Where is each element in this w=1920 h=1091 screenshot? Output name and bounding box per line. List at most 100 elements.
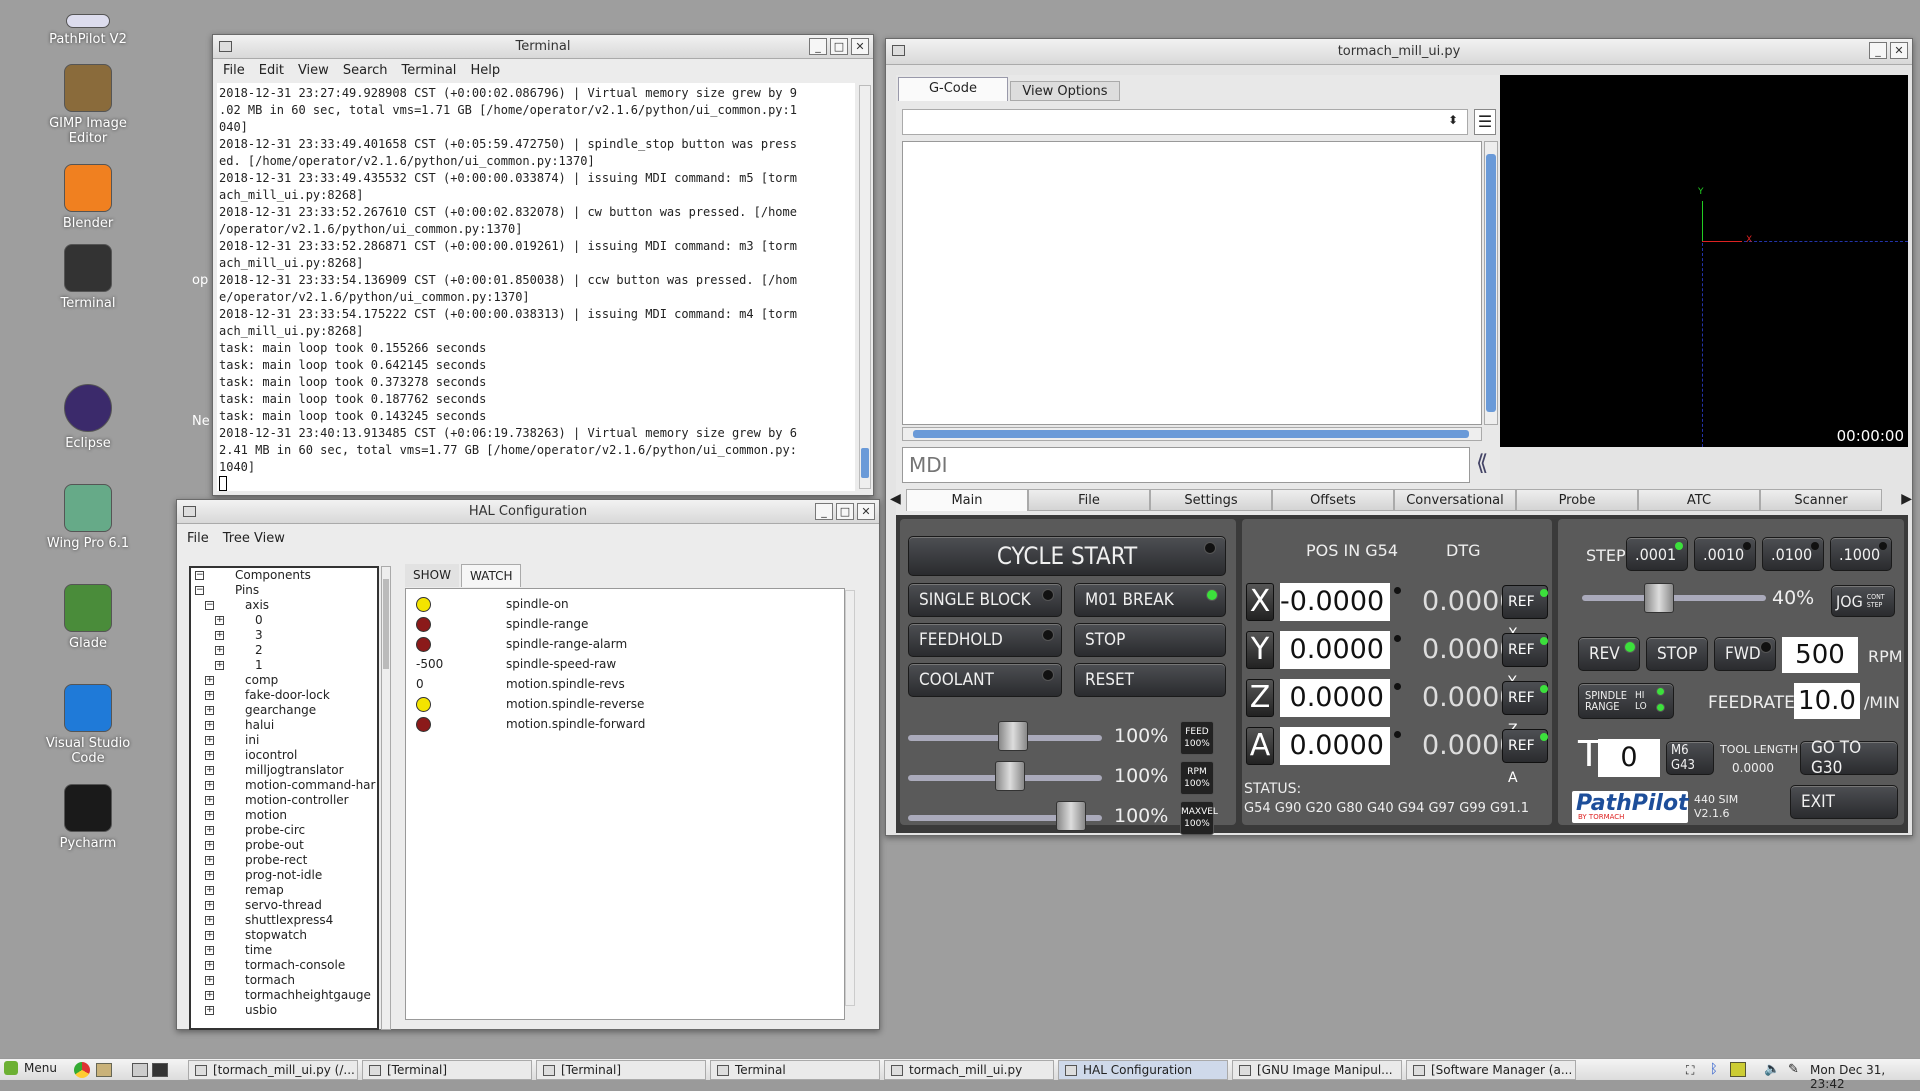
volume-icon[interactable]: 🔈 (1764, 1062, 1780, 1077)
desktop-icon-terminal[interactable]: Terminal (28, 244, 148, 311)
expand-icon[interactable]: + (215, 616, 224, 625)
terminal-launcher-icon[interactable] (152, 1063, 168, 1077)
tab-show[interactable]: SHOW (405, 564, 459, 587)
expand-icon[interactable]: + (205, 796, 214, 805)
taskbar-task[interactable]: [Terminal] (362, 1060, 532, 1080)
dro-z-position[interactable]: 0.0000 (1280, 679, 1390, 717)
expand-icon[interactable]: + (215, 661, 224, 670)
menu-tree-view[interactable]: Tree View (223, 531, 285, 546)
tree-node[interactable]: + fake-door-lock (191, 688, 377, 703)
feedhold-button[interactable]: FEEDHOLD (908, 623, 1062, 657)
expand-icon[interactable]: + (205, 691, 214, 700)
close-button[interactable]: ✕ (851, 38, 869, 55)
expand-icon[interactable]: + (205, 931, 214, 940)
go-to-g30-button[interactable]: GO TO G30 (1800, 738, 1898, 778)
zero-y-button[interactable]: Y (1246, 631, 1274, 669)
expand-icon[interactable]: + (205, 706, 214, 715)
taskbar-task[interactable]: [GNU Image Manipul... (1232, 1060, 1402, 1080)
m01-break-button[interactable]: M01 BREAK (1074, 583, 1226, 617)
terminal-window[interactable]: Terminal _ □ ✕ File Edit View Search Termina… (212, 34, 874, 496)
zero-z-button[interactable]: Z (1246, 679, 1274, 717)
minimize-button[interactable]: _ (809, 38, 827, 55)
tree-node[interactable]: + ini (191, 733, 377, 748)
tree-scrollbar[interactable] (381, 566, 391, 1030)
tree-node[interactable]: + iocontrol (191, 748, 377, 763)
menu-edit[interactable]: Edit (259, 63, 284, 78)
chrome-icon[interactable] (74, 1062, 90, 1078)
expand-icon[interactable]: + (205, 721, 214, 730)
show-desktop-icon[interactable] (132, 1063, 148, 1077)
tree-node[interactable]: + comp (191, 673, 377, 688)
tool-number-input[interactable]: 0 (1598, 739, 1660, 777)
tab-scroll-left-icon[interactable]: ◀ (890, 491, 901, 507)
gcode-dropdown[interactable] (902, 109, 1468, 135)
dro-y-position[interactable]: 0.0000 (1280, 631, 1390, 669)
tab-main[interactable]: Main (906, 489, 1028, 511)
zero-x-button[interactable]: X (1246, 583, 1274, 621)
tree-node[interactable]: +2 (191, 643, 377, 658)
clock[interactable]: Mon Dec 31, 23:42 (1810, 1063, 1920, 1091)
pathpilot-titlebar[interactable]: tormach_mill_ui.py _ ✕ (886, 39, 1912, 65)
override-reset-button[interactable]: MAXVEL 100% (1180, 801, 1218, 835)
tree-node[interactable]: + stopwatch (191, 928, 377, 943)
expand-icon[interactable]: − (205, 601, 214, 610)
desktop-icon-wing[interactable]: Wing Pro 6.1 (28, 484, 148, 551)
scrollbar-thumb[interactable] (1486, 154, 1496, 412)
menu-terminal[interactable]: Terminal (401, 63, 456, 78)
jog-speed-slider[interactable] (1582, 595, 1766, 601)
zero-a-button[interactable]: A (1246, 727, 1274, 765)
desktop-icon-pycharm[interactable]: Pycharm (28, 784, 148, 851)
hal-tree[interactable]: − Components − Pins − axis +0 +3 +2 +1 + comp + fake-… (189, 566, 379, 1030)
expand-icon[interactable]: + (205, 781, 214, 790)
expand-icon[interactable]: + (205, 736, 214, 745)
update-icon[interactable] (1730, 1062, 1746, 1077)
expand-icon[interactable]: + (205, 766, 214, 775)
expand-icon[interactable]: + (205, 961, 214, 970)
tab-scroll-right-icon[interactable]: ▶ (1901, 491, 1912, 507)
tree-node[interactable]: + tormach-console (191, 958, 377, 973)
desktop-icon-eclipse[interactable]: Eclipse (28, 384, 148, 451)
network-icon[interactable]: ⛶ (1686, 1063, 1694, 1078)
tree-node[interactable]: + usbio (191, 1003, 377, 1018)
scrollbar-thumb[interactable] (861, 448, 869, 478)
expand-icon[interactable]: + (205, 1006, 214, 1015)
mdi-input[interactable] (902, 447, 1470, 483)
pen-icon[interactable]: ✎ (1788, 1062, 1799, 1077)
hal-titlebar[interactable]: HAL Configuration _ □ ✕ (177, 500, 879, 524)
desktop-icon-vscode[interactable]: Visual Studio Code (28, 684, 148, 766)
bluetooth-icon[interactable]: ᛒ (1710, 1062, 1718, 1077)
tree-node[interactable]: + remap (191, 883, 377, 898)
spindle-stop-button[interactable]: STOP (1646, 637, 1708, 671)
tab-scanner[interactable]: Scanner (1760, 489, 1882, 511)
feedrate-value[interactable]: 10.0 (1794, 683, 1860, 719)
maximize-button[interactable]: □ (836, 503, 854, 520)
expand-icon[interactable]: + (215, 646, 224, 655)
tab-settings[interactable]: Settings (1150, 489, 1272, 511)
desktop-icon-blender[interactable]: Blender (28, 164, 148, 231)
minimize-button[interactable]: _ (815, 503, 833, 520)
tab-atc[interactable]: ATC (1638, 489, 1760, 511)
tree-node[interactable]: + time (191, 943, 377, 958)
jog-speed-knob[interactable] (1643, 583, 1674, 613)
m6-g43-button[interactable]: M6 G43 (1666, 741, 1714, 775)
cycle-start-button[interactable]: CYCLE START (908, 536, 1226, 576)
menu-view[interactable]: View (298, 63, 329, 78)
gcode-text[interactable] (902, 141, 1482, 425)
jog-mode-button[interactable]: JOG CONT STEP (1831, 585, 1895, 617)
override-knob[interactable] (998, 721, 1029, 751)
step-button[interactable]: .0010 (1694, 537, 1756, 571)
step-button[interactable]: .0001 (1626, 537, 1688, 571)
exit-button[interactable]: EXIT (1790, 785, 1898, 819)
tab-conversational[interactable]: Conversational (1394, 489, 1516, 511)
tab-view-options[interactable]: View Options (1010, 81, 1120, 101)
tree-node[interactable]: +3 (191, 628, 377, 643)
taskbar-task[interactable]: tormach_mill_ui.py (884, 1060, 1054, 1080)
mdi-history-icon[interactable]: ⟪ (1476, 451, 1488, 476)
tab-gcode[interactable]: G-Code (898, 77, 1008, 101)
tree-node[interactable]: + motion (191, 808, 377, 823)
expand-icon[interactable]: + (205, 946, 214, 955)
tree-node[interactable]: + gearchange (191, 703, 377, 718)
close-button[interactable]: ✕ (1890, 42, 1908, 59)
taskbar-task[interactable]: Terminal (710, 1060, 880, 1080)
tree-node[interactable]: + motion-command-har (191, 778, 377, 793)
